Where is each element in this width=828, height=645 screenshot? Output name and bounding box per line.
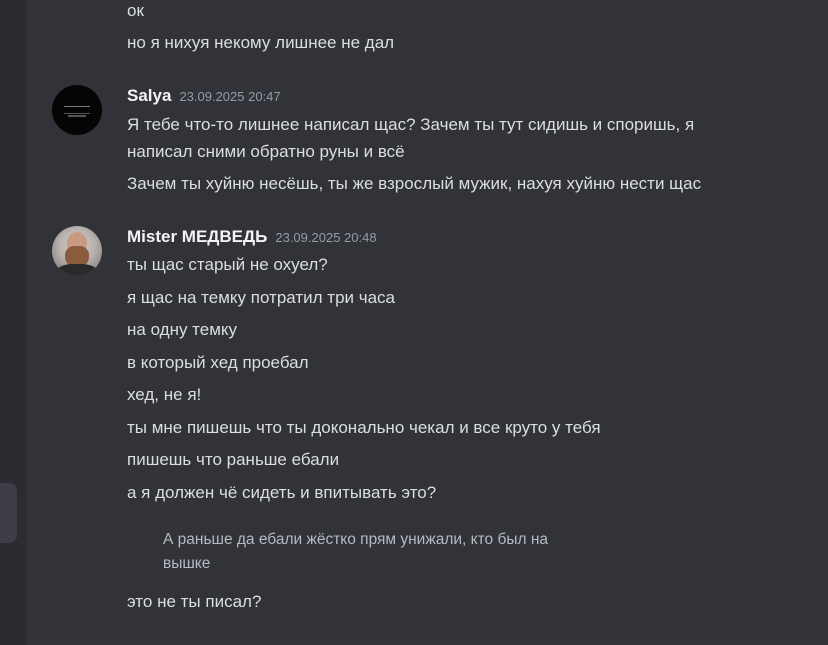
avatar-mister-medved[interactable] [52, 226, 102, 276]
message-line: в который хед проебал [127, 353, 309, 372]
message-line: хед, не я! [127, 385, 202, 404]
message-line: ты мне пишешь что ты доконально чекал и … [127, 418, 601, 437]
timestamp[interactable]: 23.09.2025 20:48 [275, 230, 376, 245]
chat-area: ок но я нихуя некому лишнее не дал Salya… [27, 0, 828, 645]
message-line: ок [127, 1, 144, 20]
message-line: написал сними обратно руны и всё [127, 142, 405, 161]
quote-line: вышке [163, 555, 211, 572]
message-line: пишешь что раньше ебали [127, 450, 340, 469]
quote-line: А раньше да ебали жёстко прям унижали, к… [163, 531, 548, 548]
scrollbar-thumb[interactable] [0, 483, 17, 543]
message-line: Я тебе что-то лишнее написал щас? Зачем … [127, 115, 695, 134]
avatar-logo-mark [68, 115, 86, 117]
username[interactable]: Salya [127, 86, 171, 105]
message-line: на одну темку [127, 320, 238, 339]
server-rail [0, 0, 27, 645]
clipped-text-fragment: · · · · · · · · · · · · · · · [164, 506, 354, 514]
timestamp[interactable]: 23.09.2025 20:47 [179, 89, 280, 104]
avatar-logo-mark [64, 106, 90, 114]
avatar-body [56, 264, 98, 276]
message-header: Mister МЕДВЕДЬ 23.09.2025 20:48 [127, 227, 377, 247]
message-line: Зачем ты хуйню несёшь, ты же взрослый му… [127, 174, 702, 193]
message-line: ты щас старый не охуел? [127, 255, 328, 274]
message-line: я щас на темку потратил три часа [127, 288, 396, 307]
avatar-salya[interactable] [52, 85, 102, 135]
message-line: это не ты писал? [127, 592, 262, 611]
username[interactable]: Mister МЕДВЕДЬ [127, 227, 267, 246]
message-line: но я нихуя некому лишнее не дал [127, 33, 395, 52]
message-header: Salya 23.09.2025 20:47 [127, 86, 281, 106]
clipped-text: · · · · · · · · · · · · · · · [164, 509, 297, 514]
message-line: а я должен чё сидеть и впитывать это? [127, 483, 437, 502]
quoted-message[interactable]: А раньше да ебали жёстко прям унижали, к… [163, 528, 633, 576]
